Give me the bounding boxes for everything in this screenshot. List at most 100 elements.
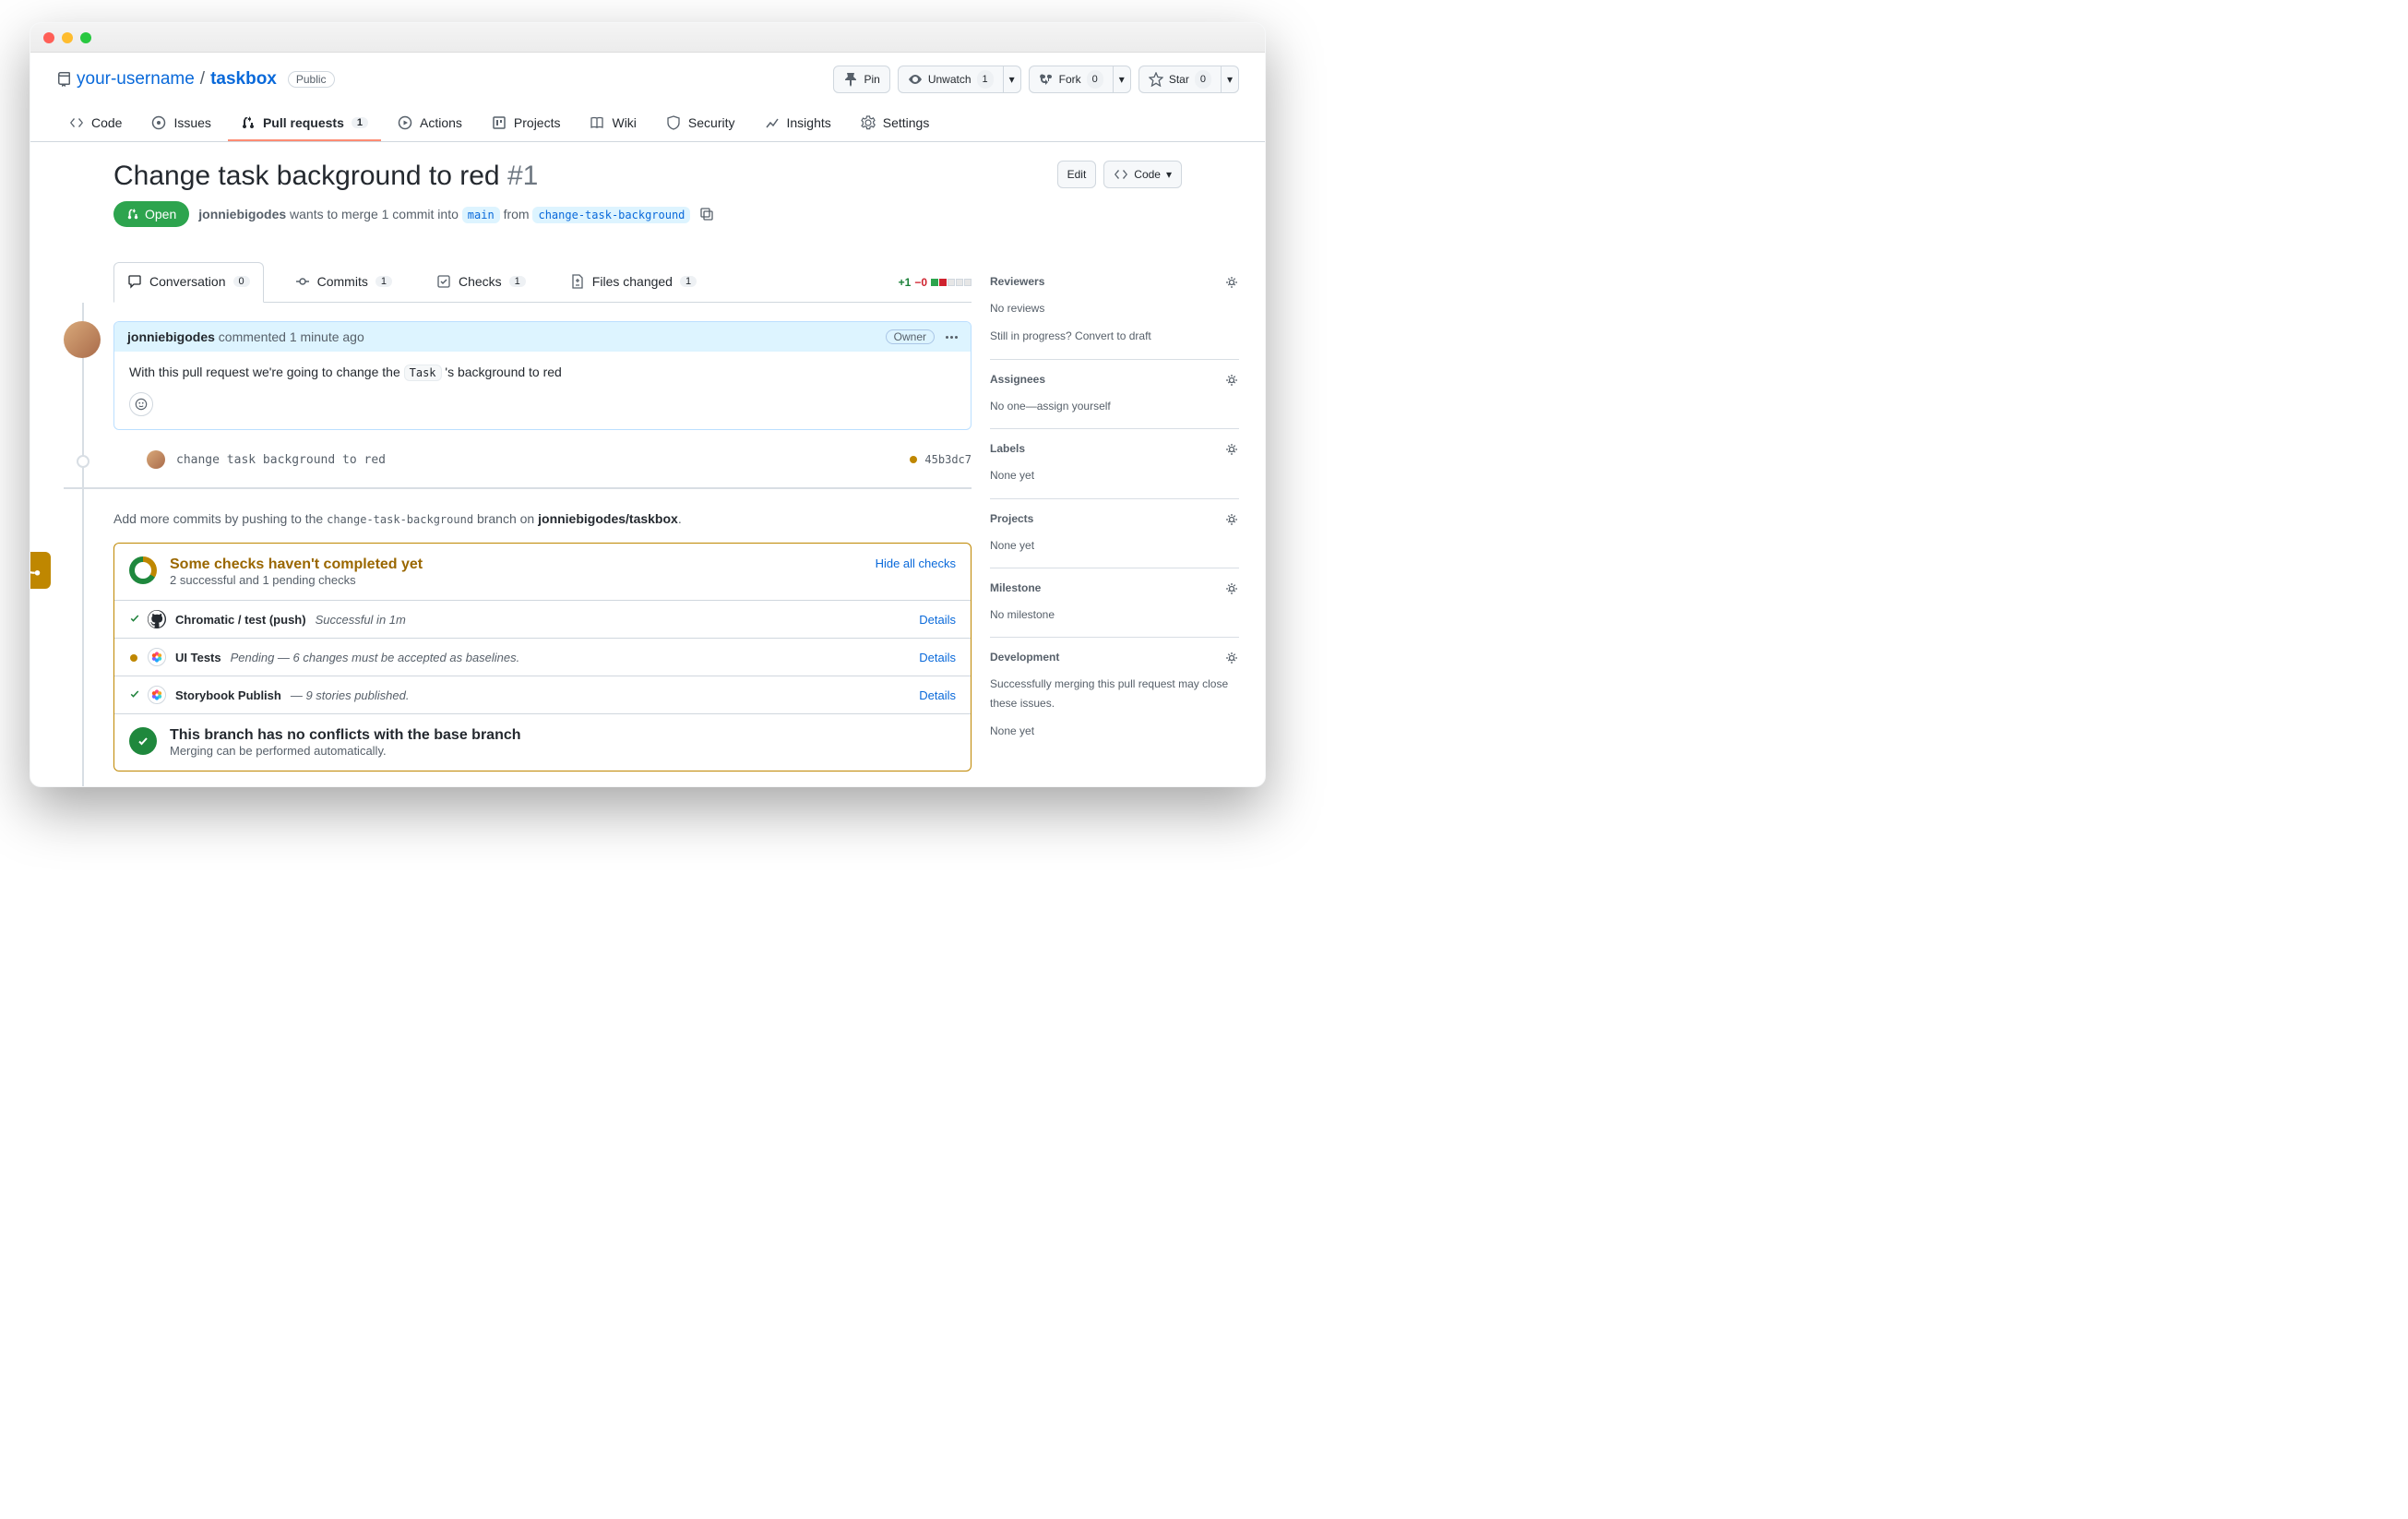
convert-to-draft-link[interactable]: Convert to draft [1075, 329, 1151, 342]
pin-button[interactable]: Pin [833, 66, 889, 93]
assign-yourself-link[interactable]: assign yourself [1037, 400, 1111, 413]
owner-badge: Owner [886, 329, 935, 344]
unwatch-caret[interactable]: ▾ [1004, 66, 1021, 93]
subtab-commits-count: 1 [376, 276, 392, 287]
chromatic-logo-icon [148, 686, 166, 704]
repo-breadcrumb: your-username / taskbox Public [56, 69, 335, 90]
tab-issues[interactable]: Issues [138, 106, 223, 141]
commit-message[interactable]: change task background to red [176, 453, 386, 467]
fork-caret[interactable]: ▾ [1114, 66, 1131, 93]
development-body: Successfully merging this pull request m… [990, 675, 1239, 712]
star-count: 0 [1195, 70, 1211, 89]
star-icon [1149, 72, 1163, 87]
fork-label: Fork [1059, 70, 1081, 89]
gear-icon[interactable] [1224, 512, 1239, 527]
check-description: Pending — 6 changes must be accepted as … [231, 651, 520, 664]
comment-menu-button[interactable] [946, 336, 958, 339]
diffstat-deletions: −0 [914, 276, 927, 289]
push-hint: Add more commits by pushing to the chang… [64, 487, 972, 543]
pr-number: #1 [507, 161, 538, 191]
sidebar-milestone-title: Milestone [990, 581, 1041, 596]
commit-dot-icon [77, 455, 89, 468]
pr-author[interactable]: jonniebigodes [198, 207, 286, 221]
comment-icon [127, 274, 142, 289]
app-window: your-username / taskbox Public Pin Unwat… [30, 22, 1266, 787]
gear-icon[interactable] [1224, 651, 1239, 665]
edit-title-button[interactable]: Edit [1057, 161, 1097, 188]
head-branch[interactable]: change-task-background [532, 207, 690, 223]
maximize-window-button[interactable] [80, 32, 91, 43]
tab-security[interactable]: Security [653, 106, 748, 141]
check-status-icon [129, 613, 138, 627]
commit-sha[interactable]: 45b3dc7 [924, 453, 972, 466]
author-avatar[interactable] [64, 321, 101, 358]
gear-icon[interactable] [1224, 581, 1239, 596]
subtab-checks-label: Checks [459, 274, 502, 289]
gear-icon[interactable] [1224, 373, 1239, 388]
check-details-link[interactable]: Details [919, 613, 956, 627]
tab-code[interactable]: Code [56, 106, 135, 141]
fork-button[interactable]: Fork 0 [1029, 66, 1114, 93]
repo-owner-link[interactable]: your-username [77, 69, 195, 90]
hide-checks-link[interactable]: Hide all checks [876, 556, 956, 570]
commit-status-dot[interactable] [910, 456, 917, 463]
code-dropdown-button[interactable]: Code ▾ [1103, 161, 1182, 188]
commit-author-avatar[interactable] [147, 450, 165, 469]
pr-title: Change task background to red #1 [113, 161, 538, 192]
sidebar-projects-title: Projects [990, 512, 1033, 527]
copy-icon[interactable] [699, 207, 714, 221]
tab-actions[interactable]: Actions [385, 106, 475, 141]
gear-icon[interactable] [1224, 275, 1239, 290]
merge-status-subtitle: Merging can be performed automatically. [170, 744, 521, 758]
project-icon [492, 115, 507, 130]
tab-settings[interactable]: Settings [848, 106, 943, 141]
commit-icon [295, 274, 310, 289]
tab-insights[interactable]: Insights [752, 106, 844, 141]
gear-icon[interactable] [1224, 442, 1239, 457]
pr-state-badge: Open [113, 201, 189, 227]
milestone-body: No milestone [990, 605, 1239, 624]
tab-pull-requests[interactable]: Pull requests 1 [228, 106, 381, 141]
pr-subtabs: Conversation0 Commits 1 Checks 1 Files cha… [113, 262, 709, 302]
unwatch-button[interactable]: Unwatch 1 [898, 66, 1004, 93]
unwatch-label: Unwatch [928, 70, 972, 89]
comment-author[interactable]: jonniebigodes [127, 329, 215, 344]
tab-wiki[interactable]: Wiki [577, 106, 649, 141]
check-details-link[interactable]: Details [919, 651, 956, 664]
tab-pulls-count: 1 [352, 117, 368, 128]
star-caret[interactable]: ▾ [1222, 66, 1239, 93]
merge-status-title: This branch has no conflicts with the ba… [170, 727, 521, 744]
subtab-files-changed[interactable]: Files changed1 [557, 262, 709, 302]
github-logo-icon [148, 610, 166, 628]
check-row: Storybook Publish — 9 stories published.… [114, 676, 971, 714]
subtab-commits[interactable]: Commits 1 [282, 262, 405, 302]
pull-request-icon [241, 115, 256, 130]
reviewers-body: No reviews [990, 299, 1239, 317]
check-details-link[interactable]: Details [919, 688, 956, 702]
subtab-conversation[interactable]: Conversation0 [113, 262, 264, 303]
tab-projects[interactable]: Projects [479, 106, 574, 141]
repo-name-link[interactable]: taskbox [210, 69, 277, 90]
fork-icon [1039, 72, 1054, 87]
breadcrumb-separator: / [200, 69, 205, 90]
subtab-commits-label: Commits [317, 274, 368, 289]
tab-projects-label: Projects [514, 115, 561, 130]
macos-titlebar [30, 23, 1265, 53]
close-window-button[interactable] [43, 32, 54, 43]
check-icon [136, 734, 150, 748]
subtab-checks[interactable]: Checks 1 [423, 262, 539, 302]
check-description: Successful in 1m [316, 613, 406, 627]
subtab-conversation-count: 0 [233, 276, 250, 287]
checks-title: Some checks haven't completed yet [170, 556, 423, 573]
repo-header: your-username / taskbox Public Pin Unwat… [30, 53, 1265, 142]
play-icon [398, 115, 412, 130]
subtab-checks-count: 1 [509, 276, 526, 287]
tab-pulls-label: Pull requests [263, 115, 344, 130]
add-reaction-button[interactable] [129, 392, 153, 416]
star-button[interactable]: Star 0 [1138, 66, 1222, 93]
pin-label: Pin [864, 70, 879, 89]
checks-box: Some checks haven't completed yet 2 succ… [113, 543, 972, 771]
base-branch[interactable]: main [462, 207, 500, 223]
minimize-window-button[interactable] [62, 32, 73, 43]
check-name: Chromatic / test (push) [175, 613, 306, 627]
